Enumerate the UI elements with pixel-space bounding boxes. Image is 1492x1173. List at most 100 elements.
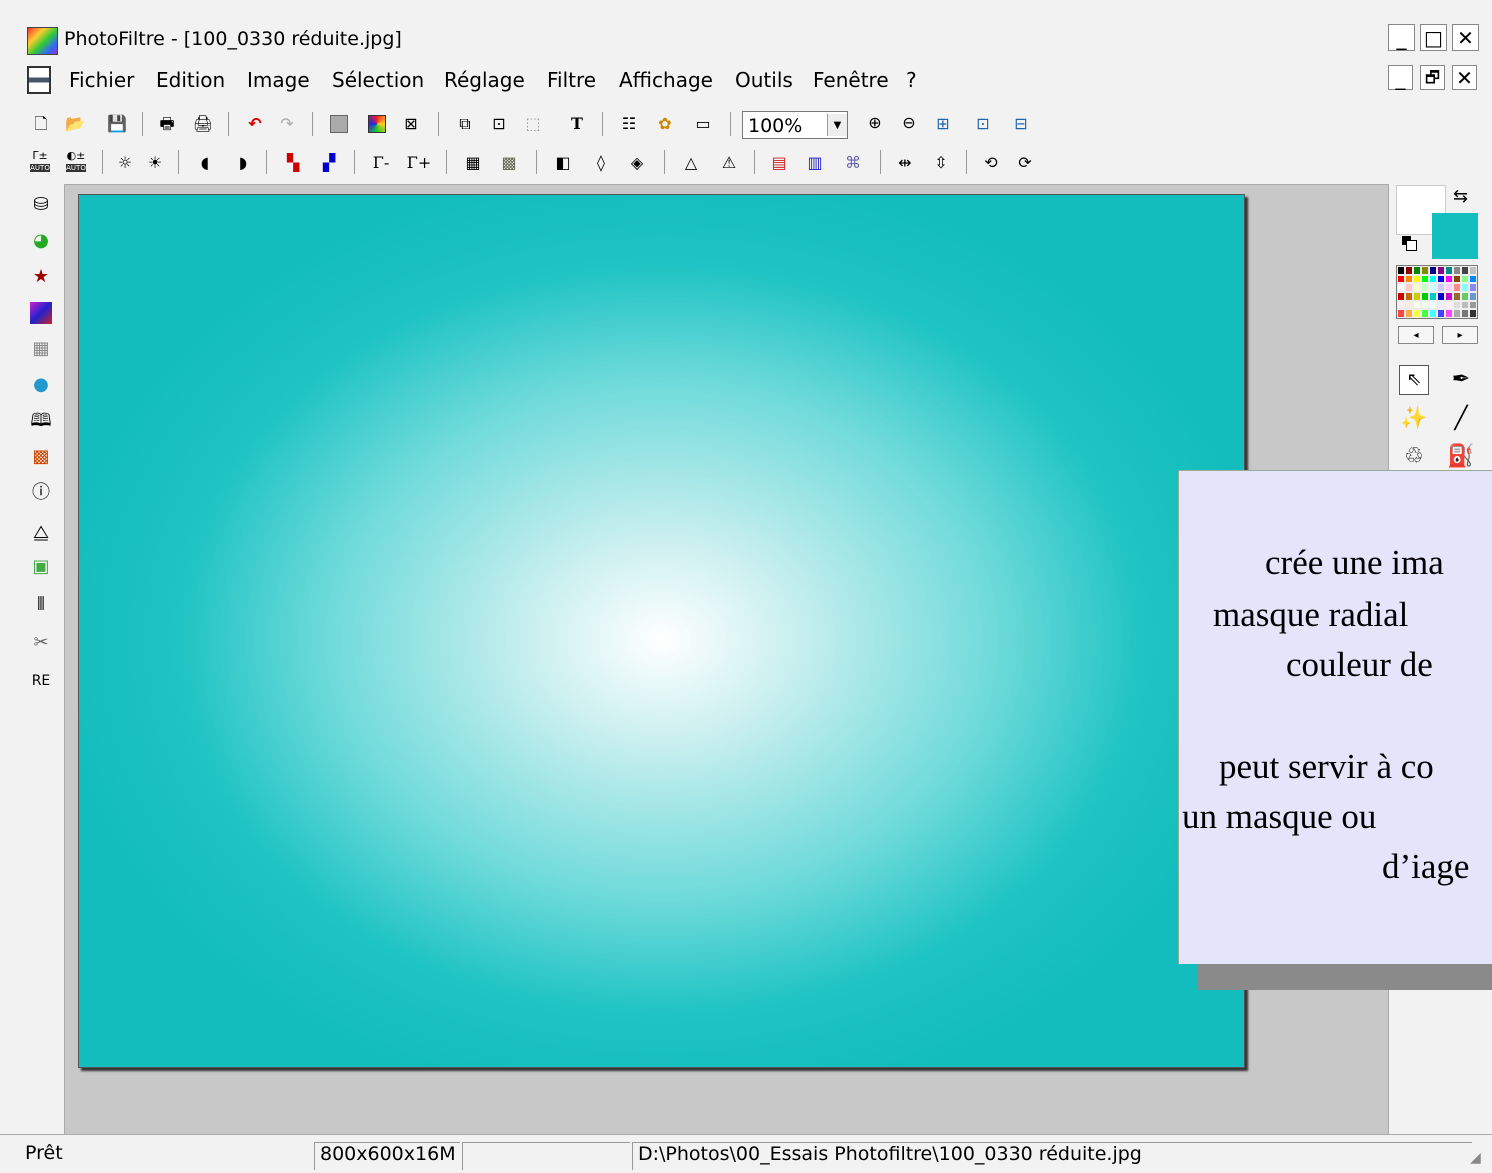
- grid-icon[interactable]: ▩: [498, 152, 520, 174]
- image-canvas[interactable]: [78, 194, 1245, 1068]
- palette-swatch[interactable]: [1421, 283, 1429, 292]
- rotate-right-icon[interactable]: ⟳: [1014, 152, 1036, 174]
- menu-fichier[interactable]: Fichier: [69, 68, 134, 92]
- gamma-plus-icon[interactable]: Γ+: [407, 152, 432, 174]
- palette-swatch[interactable]: [1469, 309, 1477, 318]
- brightness-plus-icon[interactable]: ☀: [144, 152, 166, 174]
- grayscale-icon[interactable]: [328, 113, 350, 135]
- palette-swatch[interactable]: [1437, 274, 1445, 284]
- saturation-minus-icon[interactable]: ▚: [282, 152, 304, 174]
- menu-selection[interactable]: Sélection: [332, 68, 424, 92]
- doc-minimize-button[interactable]: _: [1388, 65, 1413, 90]
- wrench-icon[interactable]: ✂: [28, 630, 54, 656]
- save-icon[interactable]: 💾: [106, 113, 128, 135]
- palette-swatch[interactable]: [1445, 266, 1453, 275]
- rotate-left-icon[interactable]: ⟲: [980, 152, 1002, 174]
- redo-icon[interactable]: ↷: [276, 113, 298, 135]
- layers-icon[interactable]: ☷: [618, 113, 640, 135]
- canvas-size-icon[interactable]: ▤: [768, 152, 790, 174]
- auto-contrast-button[interactable]: ◐± AUTO: [64, 150, 88, 174]
- zoom-out-icon[interactable]: ⊖: [898, 112, 920, 134]
- gamma-minus-icon[interactable]: Γ-: [370, 152, 392, 174]
- zoom-in-icon[interactable]: ⊕: [864, 112, 886, 134]
- palette-swatch[interactable]: [1397, 292, 1405, 301]
- palette-icon[interactable]: ✿: [654, 113, 676, 135]
- maximize-button[interactable]: □: [1420, 24, 1447, 51]
- menu-image[interactable]: Image: [247, 68, 310, 92]
- mosaic-icon[interactable]: ▣: [28, 554, 54, 580]
- document-icon[interactable]: [27, 66, 51, 94]
- palette-swatch[interactable]: [1469, 300, 1477, 310]
- sphere-icon[interactable]: ●: [28, 372, 54, 398]
- photofiltre-app-icon[interactable]: [27, 27, 58, 55]
- palette-swatch[interactable]: [1405, 266, 1413, 275]
- palette-swatch[interactable]: [1421, 266, 1429, 275]
- color-palette[interactable]: [1396, 265, 1478, 319]
- paste-image-icon[interactable]: ⊡: [488, 113, 510, 135]
- spray-icon[interactable]: ⛽: [1446, 442, 1476, 472]
- fullscreen-icon[interactable]: ⊟: [1010, 113, 1032, 135]
- palette-swatch[interactable]: [1405, 300, 1413, 310]
- palette-swatch[interactable]: [1453, 266, 1461, 275]
- text-icon[interactable]: T: [566, 113, 588, 135]
- open-icon[interactable]: 📂: [64, 113, 86, 135]
- image-size-icon[interactable]: ▥: [804, 152, 826, 174]
- palette-swatch[interactable]: [1445, 292, 1453, 301]
- palette-swatch[interactable]: [1469, 274, 1477, 284]
- palette-swatch[interactable]: [1413, 283, 1421, 292]
- menu-help[interactable]: ?: [906, 68, 917, 92]
- palette-swatch[interactable]: [1461, 266, 1469, 275]
- magic-wand-icon[interactable]: ✨: [1399, 404, 1429, 434]
- palette-swatch[interactable]: [1453, 309, 1461, 318]
- copy-image-icon[interactable]: ⧉: [454, 113, 476, 135]
- palette-swatch[interactable]: [1405, 274, 1413, 284]
- doc-close-button[interactable]: ✕: [1452, 65, 1477, 90]
- menu-edition[interactable]: Edition: [156, 68, 225, 92]
- palette-swatch[interactable]: [1429, 283, 1437, 292]
- sharpen-plus-icon[interactable]: ⚠: [718, 152, 740, 174]
- line-icon[interactable]: ╱: [1446, 404, 1476, 434]
- new-icon[interactable]: 🗋: [30, 113, 52, 135]
- palette-swatch[interactable]: [1397, 300, 1405, 310]
- drop-plus-icon[interactable]: ◈: [626, 152, 648, 174]
- actual-size-icon[interactable]: ⊡: [972, 113, 994, 135]
- pointer-icon[interactable]: ⇖: [1399, 365, 1429, 395]
- doc-restore-button[interactable]: 🗗: [1420, 65, 1445, 90]
- palette-swatch[interactable]: [1469, 292, 1477, 301]
- palette-swatch[interactable]: [1413, 309, 1421, 318]
- globe-icon[interactable]: ◕: [28, 228, 54, 254]
- palette-swatch[interactable]: [1461, 300, 1469, 310]
- resize-grip-icon[interactable]: ◢: [1470, 1150, 1481, 1166]
- palette-swatch[interactable]: [1413, 266, 1421, 275]
- menu-reglage[interactable]: Réglage: [444, 68, 525, 92]
- camera-icon[interactable]: ⛁: [28, 192, 54, 218]
- palette-swatch[interactable]: [1421, 300, 1429, 310]
- palette-swatch[interactable]: [1453, 300, 1461, 310]
- palette-swatch[interactable]: [1445, 309, 1453, 318]
- palette-swatch[interactable]: [1461, 274, 1469, 284]
- palette-swatch[interactable]: [1413, 274, 1421, 284]
- window-icon[interactable]: ▭: [692, 113, 714, 135]
- star-icon[interactable]: ★: [28, 264, 54, 290]
- palette-swatch[interactable]: [1429, 274, 1437, 284]
- transparency-icon[interactable]: ⊠: [400, 113, 422, 135]
- palette-swatch[interactable]: [1429, 266, 1437, 275]
- transform-icon[interactable]: ⌘: [842, 152, 864, 174]
- auto-levels-button[interactable]: Γ± AUTO: [28, 150, 52, 174]
- minimize-button[interactable]: _: [1388, 24, 1415, 51]
- palette-swatch[interactable]: [1413, 292, 1421, 301]
- reset-colors-icon[interactable]: [1402, 236, 1417, 251]
- palette-swatch[interactable]: [1469, 283, 1477, 292]
- palette-swatch[interactable]: [1461, 309, 1469, 318]
- palette-swatch[interactable]: [1437, 309, 1445, 318]
- background-color-swatch[interactable]: [1432, 213, 1478, 259]
- contrast-minus-icon[interactable]: ◖: [194, 152, 216, 174]
- menu-fenetre[interactable]: Fenêtre: [813, 68, 889, 92]
- palette-next-button[interactable]: ▸: [1442, 326, 1478, 344]
- palette-swatch[interactable]: [1445, 300, 1453, 310]
- symmetry-icon[interactable]: ⦀: [28, 592, 54, 618]
- eyedropper-icon[interactable]: ✒: [1446, 365, 1476, 395]
- menu-outils[interactable]: Outils: [735, 68, 793, 92]
- palette-swatch[interactable]: [1445, 274, 1453, 284]
- colors-icon[interactable]: [366, 113, 388, 135]
